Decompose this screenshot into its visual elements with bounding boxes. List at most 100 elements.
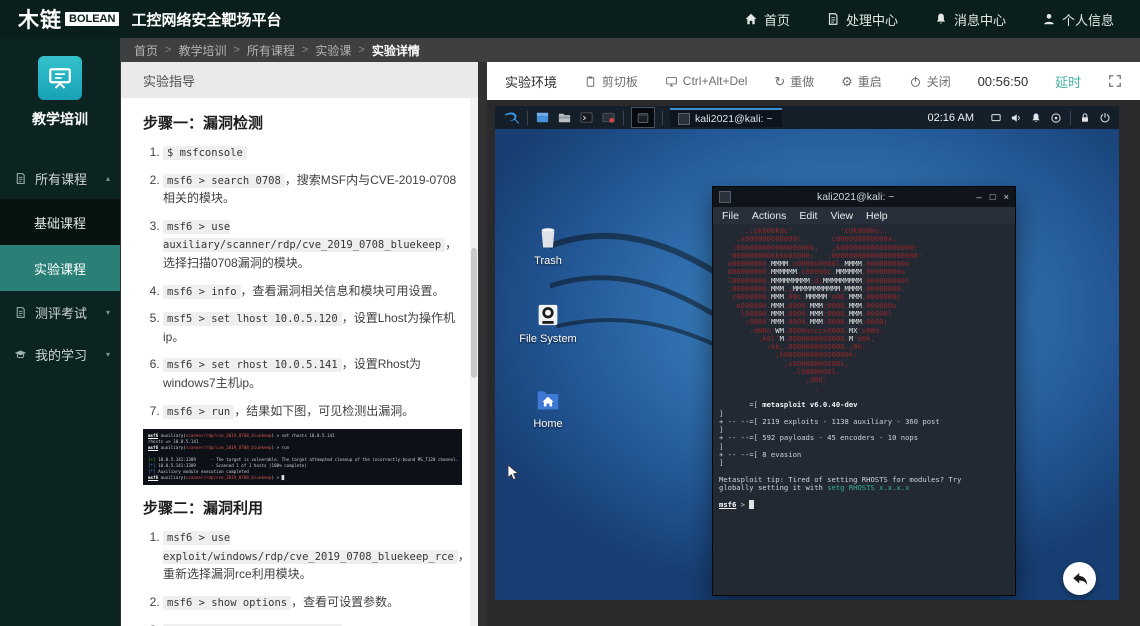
volume-icon[interactable] [1010, 112, 1022, 124]
step-list: $ msfconsole msf6 > search 0708，搜索MSF内与CV… [143, 143, 462, 420]
ctrl-alt-del-button[interactable]: Ctrl+Alt+Del [665, 74, 748, 88]
terminal-line: msf6 > █ [719, 501, 1009, 509]
taskbar-separator [623, 111, 624, 125]
terminal-menubar: File Actions Edit View Help [713, 207, 1015, 224]
bell-icon [934, 12, 948, 26]
top-nav-menu: 首页 处理中心 消息中心 个人信息 [744, 10, 1114, 29]
nav-message-center[interactable]: 消息中心 [934, 10, 1006, 29]
teaching-training-icon[interactable] [38, 56, 82, 100]
close-button[interactable]: × [1003, 192, 1009, 203]
command-snippet: msf6 > set rhost 10.0.5.141 [163, 358, 342, 372]
desktop-icon-trash[interactable]: Trash [516, 222, 580, 267]
active-app-indicator[interactable] [631, 107, 655, 128]
sidebar-item-basic-courses[interactable]: 基础课程 [0, 199, 120, 245]
sidebar-item-lab-courses[interactable]: 实验课程 [0, 245, 120, 291]
env-title: 实验环境 [505, 72, 557, 91]
sidebar-item-all-courses[interactable]: 所有课程▴ [0, 157, 120, 199]
user-icon [1042, 12, 1056, 26]
step-text: ，查看漏洞相关信息和模块可用设置。 [241, 284, 445, 298]
screenshot-tool-icon[interactable] [601, 110, 616, 125]
terminal-line: =[ metasploit v6.0.40-dev [719, 401, 1009, 409]
terminal-window-title: kali2021@kali: ~ [735, 191, 976, 203]
chevron-down-icon: ▾ [106, 350, 110, 359]
sidebar-menu: 所有课程▴基础课程实验课程测评考试▾ 我的学习 ▾ [0, 157, 120, 375]
clipboard-icon [584, 75, 597, 88]
lock-screen-icon[interactable] [1079, 112, 1091, 124]
menu-view[interactable]: View [830, 210, 853, 222]
maximize-button[interactable]: □ [990, 192, 996, 203]
step-item: msf6 > use auxiliary/scanner/rdp/cve_201… [163, 217, 462, 273]
menu-file[interactable]: File [722, 210, 739, 222]
redo-button[interactable]: ↻ 重做 [774, 73, 814, 90]
terminal-titlebar[interactable]: kali2021@kali: ~ – □ × [713, 187, 1015, 207]
terminal-line: + -- --=[ 592 payloads - 45 encoders - 1… [719, 434, 1009, 442]
nav-profile[interactable]: 个人信息 [1042, 10, 1114, 29]
sidebar-item-my-learning[interactable]: 我的学习 ▾ [0, 333, 120, 375]
back-button[interactable] [1063, 562, 1096, 595]
step-item: msf6 > use exploit/windows/rdp/cve_2019_… [163, 528, 462, 584]
tray-separator [1070, 111, 1071, 125]
step-item: msf6 > run，结果如下图，可见检测出漏洞。 [163, 402, 462, 421]
terminal-line: + -- --=[ 8 evasion [719, 451, 1009, 459]
step-item: msf6 > search 0708，搜索MSF内与CVE-2019-0708相… [163, 171, 462, 208]
nav-process-center[interactable]: 处理中心 [826, 10, 898, 29]
logout-icon[interactable] [1099, 112, 1111, 124]
desktop-icon-label: Trash [516, 255, 580, 267]
shutdown-button[interactable]: 关闭 [909, 73, 951, 90]
guide-scrollbar[interactable] [470, 98, 478, 626]
nav-label: 首页 [764, 10, 790, 29]
sidebar-item-label: 实验课程 [34, 259, 86, 278]
terminal-window: kali2021@kali: ~ – □ × File Actions Edit Vi… [712, 186, 1016, 596]
logo-text-cn: 木链 [18, 4, 62, 34]
brand-logo[interactable]: 木链 BOLEAN 工控网络安全靶场平台 [18, 4, 281, 34]
fullscreen-button[interactable] [1108, 74, 1122, 88]
terminal-launcher-icon[interactable] [579, 110, 594, 125]
status-circle-icon[interactable] [1050, 112, 1062, 124]
kali-menu-icon[interactable] [503, 109, 520, 126]
chevron-up-icon: ▴ [106, 174, 110, 183]
terminal-output[interactable]: .:ok000kdc' 'cdk000ko:. .x000000000000c … [713, 224, 1015, 595]
step-text: ，查看可设置参数。 [291, 595, 399, 609]
notification-bell-icon[interactable] [1030, 112, 1042, 124]
sidebar-item-label: 我的学习 [35, 345, 87, 364]
guide-scrollbar-thumb[interactable] [471, 248, 477, 378]
breadcrumb-item[interactable]: 所有课程 [247, 42, 295, 59]
nav-label: 处理中心 [846, 10, 898, 29]
kali-desktop[interactable]: kali2021@kali: ~ 02:16 AM [495, 106, 1119, 600]
desktop-icon-filesystem[interactable]: File System [516, 300, 580, 345]
folder-icon[interactable] [557, 110, 572, 125]
fullscreen-icon [1108, 74, 1122, 88]
breadcrumb: 首页>教学培训>所有课程>实验课>实验详情 [120, 38, 1140, 62]
power-icon [909, 75, 922, 88]
taskbar-window-button[interactable]: kali2021@kali: ~ [670, 108, 782, 127]
sidebar-item-exam[interactable]: 测评考试▾ [0, 291, 120, 333]
desktop-icon-home[interactable]: Home [516, 385, 580, 430]
restart-button[interactable]: ⚙ 重启 [841, 73, 882, 90]
breadcrumb-separator: > [165, 44, 171, 56]
menu-help[interactable]: Help [866, 210, 888, 222]
breadcrumb-item[interactable]: 首页 [134, 42, 158, 59]
lab-env-toolbar: 实验环境 剪切板 Ctrl+Alt+Del ↻ 重做 ⚙ 重启 关闭 00:56… [487, 62, 1140, 100]
file-manager-icon[interactable] [535, 110, 550, 125]
terminal-line: ] [719, 459, 1009, 467]
breadcrumb-item[interactable]: 实验课 [315, 42, 351, 59]
kali-taskbar: kali2021@kali: ~ 02:16 AM [495, 106, 1119, 129]
display-settings-icon[interactable] [990, 112, 1002, 124]
clipboard-button[interactable]: 剪切板 [584, 73, 638, 90]
minimize-button[interactable]: – [976, 192, 981, 203]
terminal-screenshot: msf6 auxiliary(scanner/rdp/cve_2019_0708… [143, 429, 462, 485]
extend-time-button[interactable]: 延时 [1055, 72, 1081, 91]
menu-edit[interactable]: Edit [799, 210, 817, 222]
terminal-line: msf6 auxiliary(scanner/rdp/cve_2019_0708… [148, 475, 457, 481]
home-icon [744, 12, 758, 26]
back-arrow-icon [1071, 571, 1089, 587]
taskbar-separator [662, 111, 663, 125]
menu-actions[interactable]: Actions [752, 210, 786, 222]
nav-home[interactable]: 首页 [744, 10, 790, 29]
breadcrumb-item[interactable]: 教学培训 [178, 42, 226, 59]
breadcrumb-separator: > [233, 44, 239, 56]
blackboard-icon [47, 65, 73, 91]
step-item: $ msfconsole [163, 143, 462, 162]
desktop-icon-label: Home [516, 418, 580, 430]
command-snippet: msf6 > run [163, 405, 234, 419]
